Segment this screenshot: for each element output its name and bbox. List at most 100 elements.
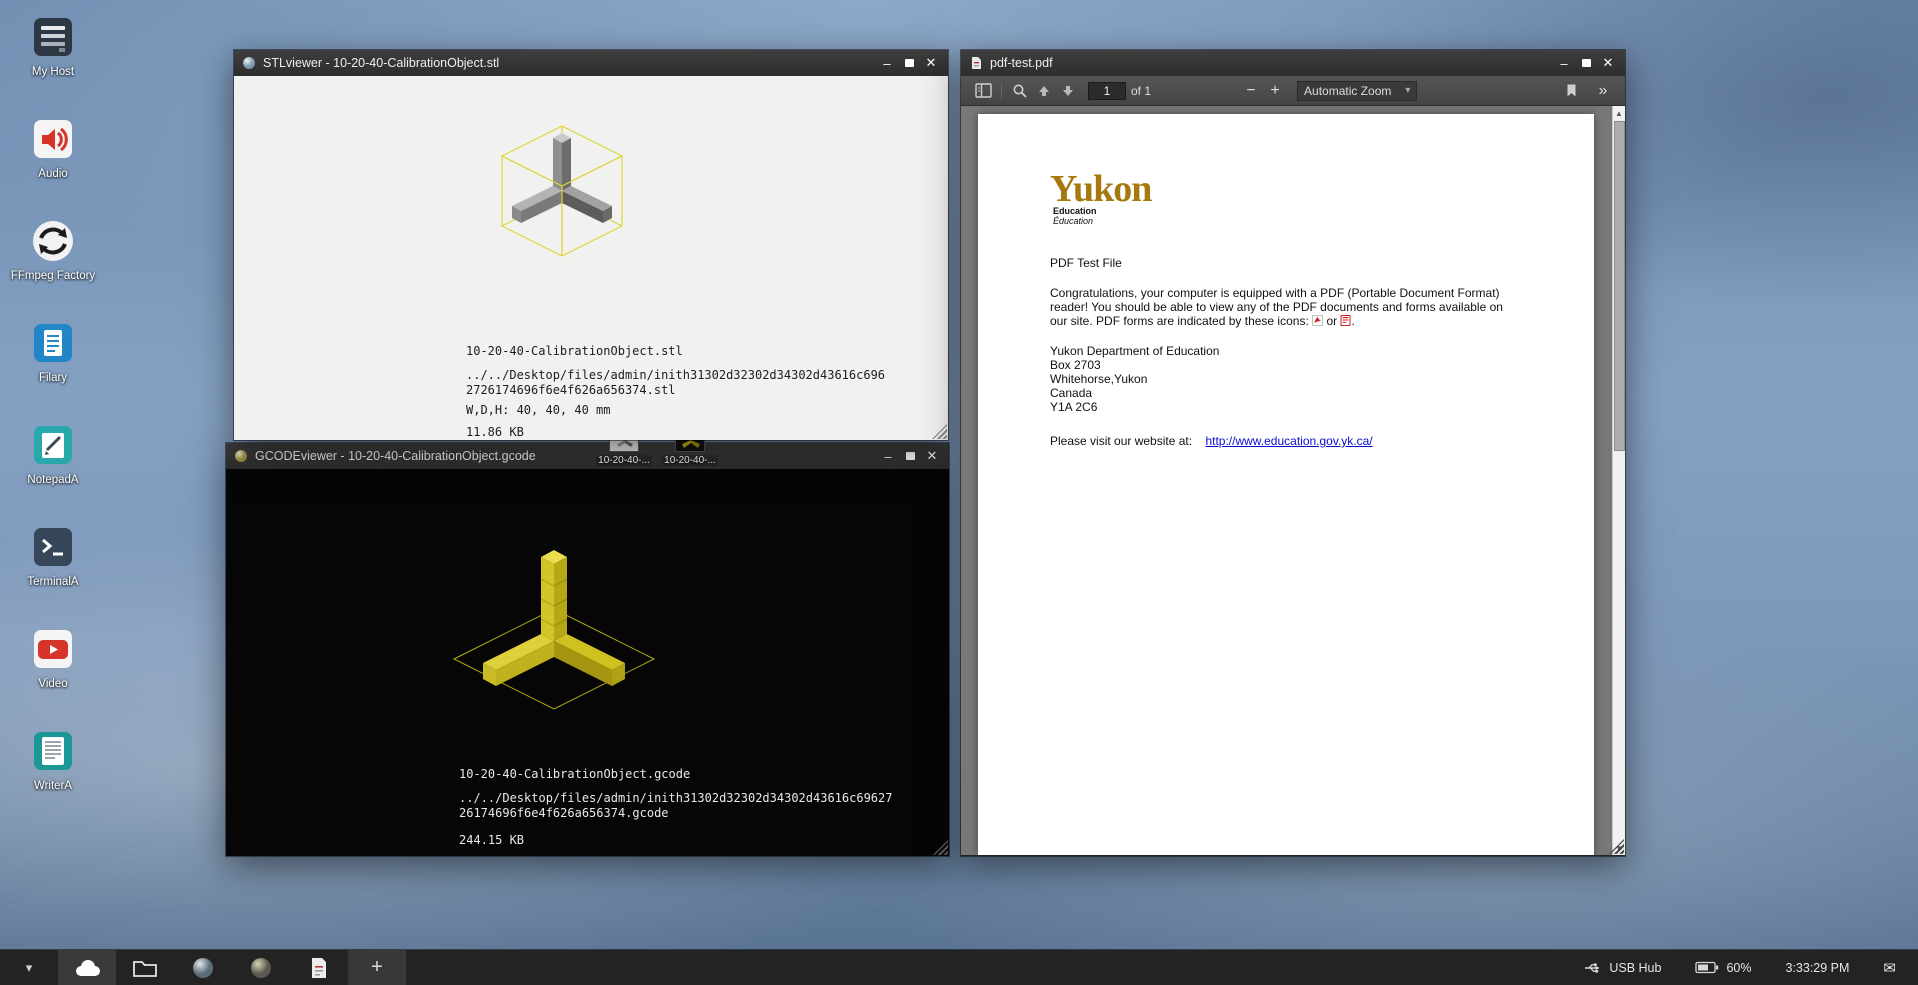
website-prefix: Please visit our website at: (1050, 434, 1192, 448)
window-title: pdf-test.pdf (990, 56, 1053, 70)
more-tools-button[interactable]: » (1591, 79, 1615, 103)
taskbar-pdfviewer-button[interactable] (290, 950, 348, 985)
gcode-window-titlebar[interactable]: GCODEviewer - 10-20-40-CalibrationObject… (226, 443, 949, 469)
taskbar-desktop-button[interactable] (58, 950, 116, 985)
gcode-app-sphere-icon (250, 957, 272, 979)
maximize-icon (1582, 59, 1591, 67)
folder-icon (132, 958, 158, 978)
scroll-up-arrow[interactable]: ▲ (1613, 106, 1625, 120)
maximize-button[interactable] (898, 53, 920, 73)
stl-file-info: 10-20-40-CalibrationObject.stl ../../Des… (466, 344, 885, 440)
taskbar-new-button[interactable]: + (348, 950, 406, 985)
close-button[interactable]: ✕ (1597, 53, 1619, 73)
writera-icon (30, 728, 76, 774)
minimize-button[interactable]: – (877, 446, 899, 466)
search-button[interactable] (1008, 79, 1032, 103)
desktop-icon-writera[interactable]: WriterA (10, 728, 96, 816)
logo-subtext-education-fr: Éducation (1053, 216, 1544, 226)
toggle-sidebar-button[interactable] (971, 79, 995, 103)
address-line: Canada (1050, 386, 1544, 400)
maximize-button[interactable] (899, 446, 921, 466)
notepada-icon (30, 422, 76, 468)
battery-status[interactable]: 60% (1695, 961, 1751, 975)
taskbar-gcodeviewer-button[interactable] (232, 950, 290, 985)
yukon-logo: Yukon Education Éducation (1050, 172, 1544, 226)
desktop-icon-video[interactable]: Video (10, 626, 96, 714)
minimize-button[interactable]: – (876, 53, 898, 73)
usb-label: USB Hub (1609, 961, 1661, 975)
cloud-icon (72, 957, 102, 979)
envelope-icon[interactable]: ✉ (1883, 959, 1896, 977)
pdf-content-area[interactable]: Yukon Education Éducation PDF Test File … (961, 106, 1625, 855)
resize-grip[interactable] (932, 424, 947, 439)
usb-status[interactable]: USB Hub (1584, 961, 1661, 975)
yukon-logo-wordmark: Yukon (1050, 172, 1544, 206)
clock-label[interactable]: 3:33:29 PM (1785, 961, 1849, 975)
filary-icon (30, 320, 76, 366)
taskbar-stlviewer-button[interactable] (174, 950, 232, 985)
desktop-icon-label: WriterA (34, 780, 72, 793)
pdf-toolbar: of 1 − + Automatic Zoom ▾ » (961, 76, 1625, 106)
desktop-file-label: 10-20-40-... (662, 455, 718, 466)
page-number-input[interactable] (1088, 82, 1126, 100)
next-page-button[interactable] (1056, 79, 1080, 103)
address-line: Y1A 2C6 (1050, 400, 1544, 414)
close-button[interactable]: ✕ (920, 53, 942, 73)
pdf-website-line: Please visit our website at: http://www.… (1050, 434, 1544, 448)
stl-viewer-window: STLviewer - 10-20-40-CalibrationObject.s… (234, 50, 948, 440)
maximize-button[interactable] (1575, 53, 1597, 73)
previous-page-button[interactable] (1032, 79, 1056, 103)
gcode-viewport[interactable]: 10-20-40-CalibrationObject.gcode ../../D… (226, 469, 949, 856)
gcode-viewer-window: GCODEviewer - 10-20-40-CalibrationObject… (226, 443, 949, 856)
taskbar-collapse-button[interactable]: ▾ (0, 950, 58, 985)
pdf-document-heading: PDF Test File (1050, 256, 1544, 270)
scrollbar[interactable]: ▲ ▼ (1612, 106, 1625, 855)
battery-percent-label: 60% (1726, 961, 1751, 975)
resize-grip[interactable] (933, 840, 948, 855)
gcode-3d-render (424, 519, 684, 749)
zoom-controls: − + Automatic Zoom ▾ (1239, 79, 1417, 103)
taskbar-files-button[interactable] (116, 950, 174, 985)
taskbar-right: USB Hub 60% 3:33:29 PM ✉ (1584, 959, 1918, 977)
gcode-file-name: 10-20-40-CalibrationObject.gcode (459, 767, 892, 782)
pdf-page: Yukon Education Éducation PDF Test File … (978, 114, 1594, 855)
pdf-address-block: Yukon Department of Education Box 2703 W… (1050, 344, 1544, 414)
minimize-button[interactable]: – (1553, 53, 1575, 73)
bookmark-button[interactable] (1559, 79, 1583, 103)
paragraph-text: Congratulations, your computer is equipp… (1050, 286, 1503, 328)
zoom-level-dropdown[interactable]: Automatic Zoom ▾ (1297, 81, 1417, 101)
desktop-icon-label: Audio (38, 168, 67, 181)
pdf-app-icon (969, 56, 983, 70)
desktop-icon-filary[interactable]: Filary (10, 320, 96, 408)
desktop-icon-audio[interactable]: Audio (10, 116, 96, 204)
taskbar: ▾ + USB Hub 60% 3:33:29 PM ✉ (0, 950, 1918, 985)
chevron-down-icon: ▾ (1405, 85, 1410, 96)
maximize-icon (906, 452, 915, 460)
chevron-down-icon: ▾ (26, 960, 33, 976)
desktop-background: { "desktop": { "icons": [ { "label": "My… (0, 0, 1918, 985)
stl-viewport[interactable]: 10-20-40-CalibrationObject.stl ../../Des… (234, 76, 948, 440)
desktop-icon-terminala[interactable]: TerminalA (10, 524, 96, 612)
pdf-form-icon (1340, 315, 1351, 326)
gcode-file-path-line1: ../../Desktop/files/admin/inith31302d323… (459, 791, 892, 806)
address-line: Box 2703 (1050, 358, 1544, 372)
acrobat-pdf-icon (1312, 315, 1323, 326)
website-link[interactable]: http://www.education.gov.yk.ca/ (1205, 434, 1372, 448)
stl-3d-render (462, 104, 662, 289)
desktop-icon-label: NotepadA (27, 474, 78, 487)
close-button[interactable]: ✕ (921, 446, 943, 466)
desktop-icon-notepada[interactable]: NotepadA (10, 422, 96, 510)
stl-window-titlebar[interactable]: STLviewer - 10-20-40-CalibrationObject.s… (234, 50, 948, 76)
desktop-icon-my-host[interactable]: My Host (10, 14, 96, 102)
battery-icon (1695, 961, 1719, 974)
gcode-file-info: 10-20-40-CalibrationObject.gcode ../../D… (459, 767, 892, 848)
scrollbar-thumb[interactable] (1614, 121, 1625, 451)
desktop-icon-column: My Host Audio FFmpeg Factory Filary Note… (10, 14, 96, 816)
paragraph-or: or (1326, 314, 1340, 328)
desktop-icon-ffmpeg-factory[interactable]: FFmpeg Factory (10, 218, 96, 306)
zoom-in-button[interactable]: + (1263, 79, 1287, 103)
pdf-document-paragraph: Congratulations, your computer is equipp… (1050, 286, 1512, 328)
zoom-out-button[interactable]: − (1239, 79, 1263, 103)
desktop-icon-label: Filary (39, 372, 67, 385)
pdf-window-titlebar[interactable]: pdf-test.pdf – ✕ (961, 50, 1625, 76)
